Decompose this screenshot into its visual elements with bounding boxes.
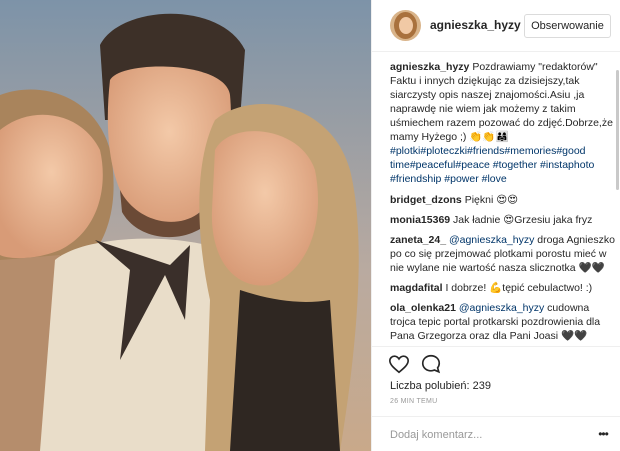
comment-item: zaneta_24_ @agnieszka_hyzy droga Agniesz… (390, 233, 616, 275)
post-header: agnieszka_hyzy Obserwowanie (372, 0, 620, 52)
comment-mention[interactable]: @agnieszka_hyzy (449, 234, 534, 246)
caption-text: Pozdrawiamy "redaktorów" Faktu i innych … (390, 61, 613, 143)
comments-list[interactable]: agnieszka_hyzy Pozdrawiamy "redaktorów" … (390, 60, 616, 345)
scrollbar-thumb[interactable] (616, 70, 619, 190)
add-comment-bar: ••• (372, 416, 620, 451)
likes-number: 239 (472, 380, 491, 392)
comment-item: magdafital I dobrze! 💪tępić cebulactwo! … (390, 281, 616, 295)
caption-hashtags[interactable]: #plotki#ploteczki#friends#memories#good … (390, 145, 594, 185)
post-timestamp: 26 MIN TEMU (390, 398, 438, 405)
post-caption: agnieszka_hyzy Pozdrawiamy "redaktorów" … (390, 60, 616, 186)
comment-author[interactable]: monia15369 (390, 214, 450, 226)
comments-scrollbar[interactable] (616, 60, 620, 345)
post-sidebar: agnieszka_hyzy Obserwowanie agnieszka_hy… (371, 0, 620, 451)
comment-author[interactable]: bridget_dzons (390, 194, 462, 206)
heart-outline-icon[interactable] (388, 353, 410, 375)
following-button[interactable]: Obserwowanie (524, 14, 611, 38)
comment-author[interactable]: magdafital (390, 282, 443, 294)
comment-item: monia15369 Jak ładnie 😍Grzesiu jaka fryz (390, 213, 616, 227)
comment-bubble-icon[interactable] (420, 353, 442, 375)
avatar-face-shape (399, 17, 413, 34)
comment-author[interactable]: ola_olenka21 (390, 302, 456, 314)
comment-text: Piękni 😍😍 (464, 194, 519, 206)
post-author-username[interactable]: agnieszka_hyzy (430, 18, 521, 32)
comment-item: ola_olenka21 @agnieszka_hyzy cudowna tro… (390, 301, 616, 343)
comment-input[interactable] (390, 427, 585, 443)
comment-author[interactable]: zaneta_24_ (390, 234, 446, 246)
likes-count[interactable]: Liczba polubień: 239 (390, 380, 491, 392)
comment-text: I dobrze! 💪tępić cebulactwo! :) (445, 282, 593, 294)
post-photo[interactable] (0, 0, 371, 451)
instagram-post: agnieszka_hyzy Obserwowanie agnieszka_hy… (0, 0, 620, 451)
comment-text: Jak ładnie 😍Grzesiu jaka fryz (453, 214, 593, 226)
post-actions (372, 346, 620, 378)
comment-mention[interactable]: @agnieszka_hyzy (459, 302, 544, 314)
caption-author[interactable]: agnieszka_hyzy (390, 61, 469, 73)
likes-label: Liczba polubień: (390, 380, 470, 392)
comment-item: bridget_dzons Piękni 😍😍 (390, 193, 616, 207)
more-options-button[interactable]: ••• (594, 426, 612, 442)
avatar[interactable] (390, 10, 421, 41)
